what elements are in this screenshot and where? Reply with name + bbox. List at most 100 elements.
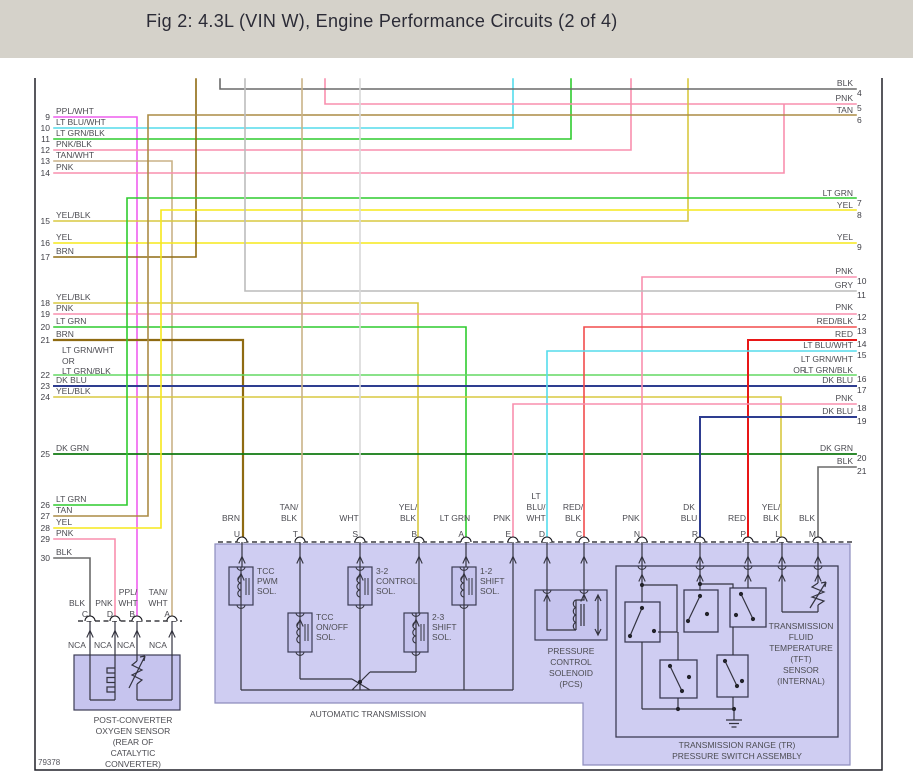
- pcs-label: SOLENOID: [549, 668, 593, 678]
- left-pin-number: 23: [41, 381, 51, 391]
- right-pin-label: DK BLU: [822, 375, 853, 385]
- o2-sensor-label: (REAR OF: [113, 737, 154, 747]
- o2-sensor-label: OXYGEN SENSOR: [96, 726, 171, 736]
- right-pin-number: 9: [857, 242, 862, 252]
- left-pin-number: 24: [41, 392, 51, 402]
- pcs-label: CONTROL: [550, 657, 592, 667]
- right-pin-label: LT GRN: [823, 188, 853, 198]
- right-pin-number: 11: [857, 290, 866, 300]
- left-pin-label: PNK: [56, 162, 74, 172]
- left-pin-number: 19: [41, 309, 51, 319]
- right-pin-label: DK BLU: [822, 406, 853, 416]
- left-pin-label: LT BLU/WHT: [56, 117, 106, 127]
- solenoid-label: SOL.: [316, 632, 335, 642]
- right-pin-label: BLK: [837, 456, 853, 466]
- pcs-label: PRESSURE: [548, 646, 595, 656]
- left-pin-label: LT GRN: [56, 494, 86, 504]
- solenoid-label: SHIFT: [432, 622, 457, 632]
- right-pin-number: 6: [857, 115, 862, 125]
- pcs-label: (PCS): [559, 679, 582, 689]
- right-pin-number: 4: [857, 88, 862, 98]
- left-pin-label: YEL/BLK: [56, 292, 91, 302]
- right-pin-label: YEL: [837, 200, 853, 210]
- pin-color: BLU: [681, 513, 698, 523]
- right-pin-number: 8: [857, 210, 862, 220]
- o2-sensor-label: CONVERTER): [105, 759, 161, 769]
- solenoid-label: SOL.: [376, 586, 395, 596]
- pin-letter: N: [634, 529, 640, 539]
- pin-letter: B: [129, 609, 135, 619]
- solenoid-label: PWM: [257, 576, 278, 586]
- left-p in-label: PNK: [56, 303, 74, 313]
- tr-label: PRESSURE SWITCH ASSEMBLY: [672, 751, 802, 761]
- pin-color: BLK: [763, 513, 779, 523]
- pin-color: DK: [683, 502, 695, 512]
- right-pin-number: 7: [857, 198, 862, 208]
- tft-label: (TFT): [790, 654, 811, 664]
- pin-letter: C: [576, 529, 582, 539]
- left-pin-label: LT GRN/BLK: [56, 128, 105, 138]
- left-pin-number: 17: [41, 252, 51, 262]
- left-pin-label: PNK: [56, 528, 74, 538]
- solenoid-label: 3-2: [376, 566, 389, 576]
- left-pin-number: 12: [41, 145, 51, 155]
- right-pin-label: PNK: [836, 302, 854, 312]
- right-pin-label: PNK: [836, 266, 854, 276]
- left-pin-label: YEL/BLK: [56, 386, 91, 396]
- pin-color: LT: [531, 491, 540, 501]
- pin-color: TAN/: [280, 502, 299, 512]
- solenoid-label: CONTROL: [376, 576, 418, 586]
- o2-sensor-label: POST-CONVERTER: [94, 715, 173, 725]
- left-pin-number: 30: [41, 553, 51, 563]
- pin-color: BLK: [565, 513, 581, 523]
- tft-label: TEMPERATURE: [769, 643, 833, 653]
- pin-color: LT GRN: [440, 513, 470, 523]
- solenoid-label: TCC: [316, 612, 333, 622]
- right-pin-label: RED/BLK: [817, 316, 854, 326]
- left-pin-number: 11: [41, 134, 50, 144]
- nca-label: NCA: [149, 640, 167, 650]
- left-pin-label: YEL: [56, 517, 72, 527]
- pin-color: BLK: [799, 513, 815, 523]
- left-pin-number: 13: [41, 156, 51, 166]
- right-pin-label: YEL: [837, 232, 853, 242]
- pin-letter: S: [352, 529, 358, 539]
- pin-letter: B: [411, 529, 417, 539]
- automatic-transmission-label: AUTOMATIC TRANSMISSION: [310, 709, 426, 719]
- pin-color: WHT: [148, 598, 167, 608]
- right-pin-number: 16: [857, 374, 867, 384]
- tft-label: TRANSMISSION: [769, 621, 834, 631]
- tr-label: TRANSMISSION RANGE (TR): [679, 740, 796, 750]
- pin-letter: L: [775, 529, 780, 539]
- left-pin-number: 10: [41, 123, 51, 133]
- left-pin-number: 14: [41, 168, 51, 178]
- pin-letter: M: [809, 529, 816, 539]
- pin-color: RED: [728, 513, 746, 523]
- left-pin-label: BLK: [56, 547, 72, 557]
- left-pin-label: PPL/WHT: [56, 106, 94, 116]
- left-pin-label: YEL/BLK: [56, 210, 91, 220]
- right-pin-label-alt: LT GRN/BLK: [804, 365, 853, 375]
- pin-color: PNK: [622, 513, 640, 523]
- right-pin-label: BLK: [837, 78, 853, 88]
- right-pin-number: 10: [857, 276, 867, 286]
- left-pin-number: 15: [41, 216, 51, 226]
- left-pin-number: 22: [41, 370, 51, 380]
- right-pin-label: TAN: [837, 105, 853, 115]
- left-pin-label: DK BLU: [56, 375, 87, 385]
- pin-color: BRN: [222, 513, 240, 523]
- pin-letter: D: [539, 529, 545, 539]
- tft-label: SENSOR: [783, 665, 819, 675]
- right-pin-label: DK GRN: [820, 443, 853, 453]
- right-pin-number: 15: [857, 350, 867, 360]
- tft-label: (INTERNAL): [777, 676, 825, 686]
- left-pin-number: 26: [41, 500, 51, 510]
- left-pin-number: 27: [41, 511, 51, 521]
- right-pin-label: PNK: [836, 393, 854, 403]
- pin-color: WHT: [339, 513, 358, 523]
- right-pin-label: RED: [835, 329, 853, 339]
- pin-color: PNK: [95, 598, 113, 608]
- left-pin-number: 16: [41, 238, 51, 248]
- left-pin-number: 9: [45, 112, 50, 122]
- drawing-number: 79378: [38, 758, 61, 767]
